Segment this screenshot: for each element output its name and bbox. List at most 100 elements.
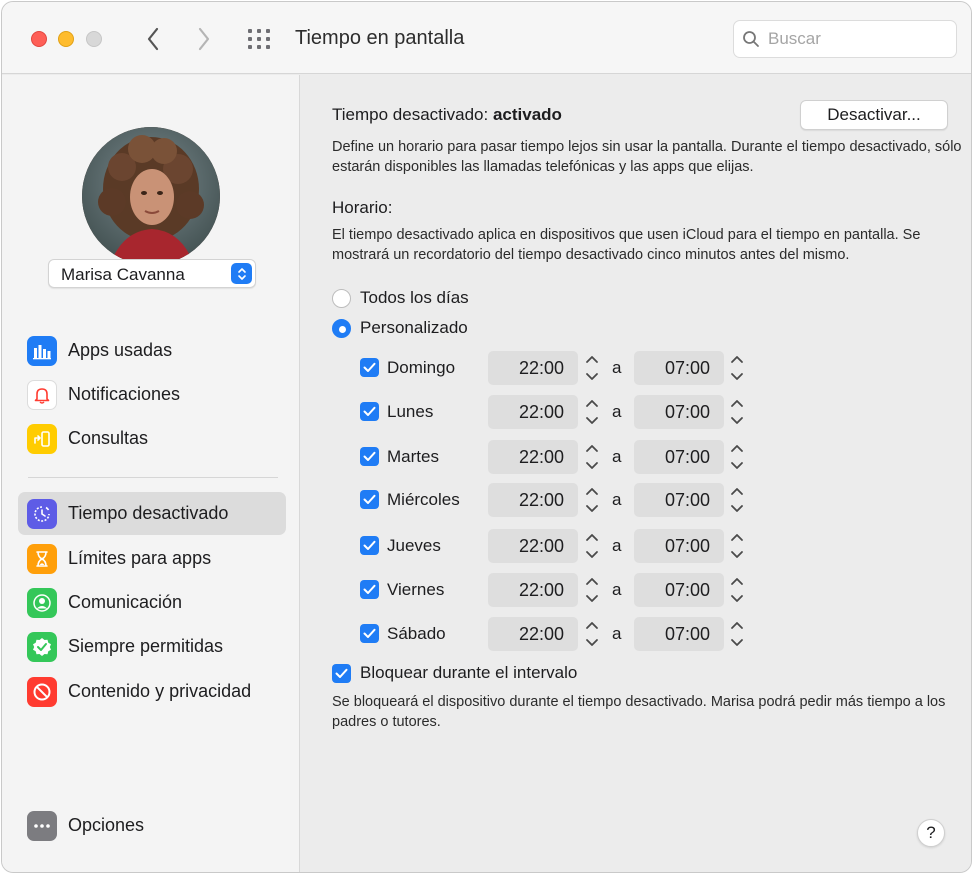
block-note: Se bloqueará el dispositivo durante el t… — [332, 694, 946, 730]
start-time-stepper[interactable] — [582, 483, 602, 517]
pickup-phone-icon — [27, 423, 57, 454]
end-time-field[interactable]: 07:00 — [634, 440, 724, 474]
help-button[interactable]: ? — [917, 819, 945, 847]
end-time-stepper[interactable] — [727, 483, 747, 517]
block-checkbox[interactable] — [332, 663, 351, 683]
start-time-field[interactable]: 22:00 — [488, 483, 578, 517]
end-time-stepper[interactable] — [727, 573, 747, 607]
day-label: Sábado — [387, 624, 446, 643]
search-field[interactable]: Buscar — [733, 20, 957, 58]
sidebar-item-label: Límites para apps — [68, 548, 212, 568]
end-time-field[interactable]: 07:00 — [634, 483, 724, 517]
start-time-field[interactable]: 22:00 — [488, 351, 578, 385]
user-name: Marisa Cavanna — [61, 265, 185, 284]
close-window-button[interactable] — [31, 31, 47, 47]
time-separator: a — [612, 580, 622, 599]
radio-every-day[interactable]: Todos los días — [332, 287, 469, 309]
end-time-stepper[interactable] — [727, 529, 747, 563]
time-separator: a — [612, 624, 622, 643]
hourglass-icon — [27, 543, 57, 574]
schedule-note: El tiempo desactivado aplica en disposit… — [332, 227, 921, 263]
radio-button[interactable] — [332, 288, 351, 308]
block-during-interval-row[interactable]: Bloquear durante el intervalo — [332, 662, 577, 684]
ellipsis-icon — [27, 810, 57, 841]
start-time-field[interactable]: 22:00 — [488, 529, 578, 563]
sidebar-item-label: Contenido y privacidad — [68, 681, 252, 701]
day-checkbox[interactable] — [360, 402, 379, 421]
window-title: Tiempo en pantalla — [295, 27, 465, 49]
sidebar-item-tiempo-desactivado[interactable]: Tiempo desactivado — [18, 492, 286, 535]
downtime-status: Tiempo desactivado: activado — [332, 105, 562, 125]
person-icon — [27, 587, 57, 618]
day-checkbox[interactable] — [360, 490, 379, 509]
time-separator: a — [612, 402, 622, 421]
start-time-field[interactable]: 22:00 — [488, 440, 578, 474]
start-time-field[interactable]: 22:00 — [488, 395, 578, 429]
search-placeholder: Buscar — [768, 29, 821, 48]
system-preferences-window: Tiempo en pantalla Buscar Marisa Cavanna… — [1, 1, 972, 873]
sidebar-item-notificaciones[interactable]: Notificaciones — [18, 373, 286, 416]
back-button[interactable] — [140, 24, 166, 54]
day-checkbox[interactable] — [360, 447, 379, 466]
day-checkbox[interactable] — [360, 580, 379, 599]
day-checkbox[interactable] — [360, 536, 379, 555]
time-separator: a — [612, 490, 622, 509]
end-time-field[interactable]: 07:00 — [634, 617, 724, 651]
status-value: activado — [492, 105, 562, 124]
checkmark-seal-icon — [27, 631, 57, 662]
sidebar-item-siempre-permitidas[interactable]: Siempre permitidas — [18, 625, 286, 668]
sidebar-item-limites-para-apps[interactable]: Límites para apps — [18, 537, 286, 580]
day-label: Lunes — [387, 402, 434, 421]
radio-label: Todos los días — [360, 288, 469, 307]
end-time-stepper[interactable] — [727, 395, 747, 429]
user-popup-menu[interactable]: Marisa Cavanna — [48, 259, 256, 288]
end-time-stepper[interactable] — [727, 440, 747, 474]
zoom-window-button[interactable] — [86, 31, 102, 47]
start-time-stepper[interactable] — [582, 440, 602, 474]
end-time-field[interactable]: 07:00 — [634, 395, 724, 429]
start-time-stepper[interactable] — [582, 395, 602, 429]
radio-custom[interactable]: Personalizado — [332, 317, 468, 339]
end-time-stepper[interactable] — [727, 351, 747, 385]
sidebar-item-label: Siempre permitidas — [68, 636, 224, 656]
end-time-field[interactable]: 07:00 — [634, 351, 724, 385]
start-time-field[interactable]: 22:00 — [488, 617, 578, 651]
sidebar-divider — [28, 477, 278, 478]
day-label: Jueves — [387, 536, 441, 555]
start-time-stepper[interactable] — [582, 617, 602, 651]
day-checkbox[interactable] — [360, 358, 379, 377]
no-entry-icon — [27, 676, 57, 707]
show-all-grid-button[interactable] — [247, 28, 273, 50]
minimize-window-button[interactable] — [58, 31, 74, 47]
downtime-icon — [27, 498, 57, 529]
schedule-label: Horario: — [332, 198, 393, 217]
sidebar-item-opciones[interactable]: Opciones — [18, 804, 286, 847]
forward-button[interactable] — [191, 24, 217, 54]
sidebar-item-comunicacion[interactable]: Comunicación — [18, 581, 286, 624]
time-separator: a — [612, 447, 622, 466]
bar-chart-icon — [27, 335, 57, 366]
day-label: Viernes — [387, 580, 445, 599]
time-separator: a — [612, 536, 622, 555]
sidebar-item-label: Consultas — [68, 428, 149, 448]
start-time-stepper[interactable] — [582, 529, 602, 563]
start-time-stepper[interactable] — [582, 351, 602, 385]
sidebar-item-label: Apps usadas — [68, 340, 173, 360]
radio-button[interactable] — [332, 318, 351, 338]
start-time-field[interactable]: 22:00 — [488, 573, 578, 607]
time-separator: a — [612, 358, 622, 377]
radio-label: Personalizado — [360, 318, 468, 337]
end-time-field[interactable]: 07:00 — [634, 529, 724, 563]
day-checkbox[interactable] — [360, 624, 379, 643]
sidebar: Marisa Cavanna Apps usadas Notificacione… — [2, 75, 300, 872]
day-label: Miércoles — [387, 490, 460, 509]
end-time-field[interactable]: 07:00 — [634, 573, 724, 607]
sidebar-item-apps-usadas[interactable]: Apps usadas — [18, 329, 286, 372]
sidebar-item-label: Notificaciones — [68, 384, 181, 404]
deactivate-button[interactable]: Desactivar... — [800, 100, 948, 130]
end-time-stepper[interactable] — [727, 617, 747, 651]
title-bar: Tiempo en pantalla Buscar — [2, 2, 971, 74]
sidebar-item-contenido-y-privacidad[interactable]: Contenido y privacidad — [18, 670, 286, 713]
start-time-stepper[interactable] — [582, 573, 602, 607]
sidebar-item-consultas[interactable]: Consultas — [18, 417, 286, 460]
